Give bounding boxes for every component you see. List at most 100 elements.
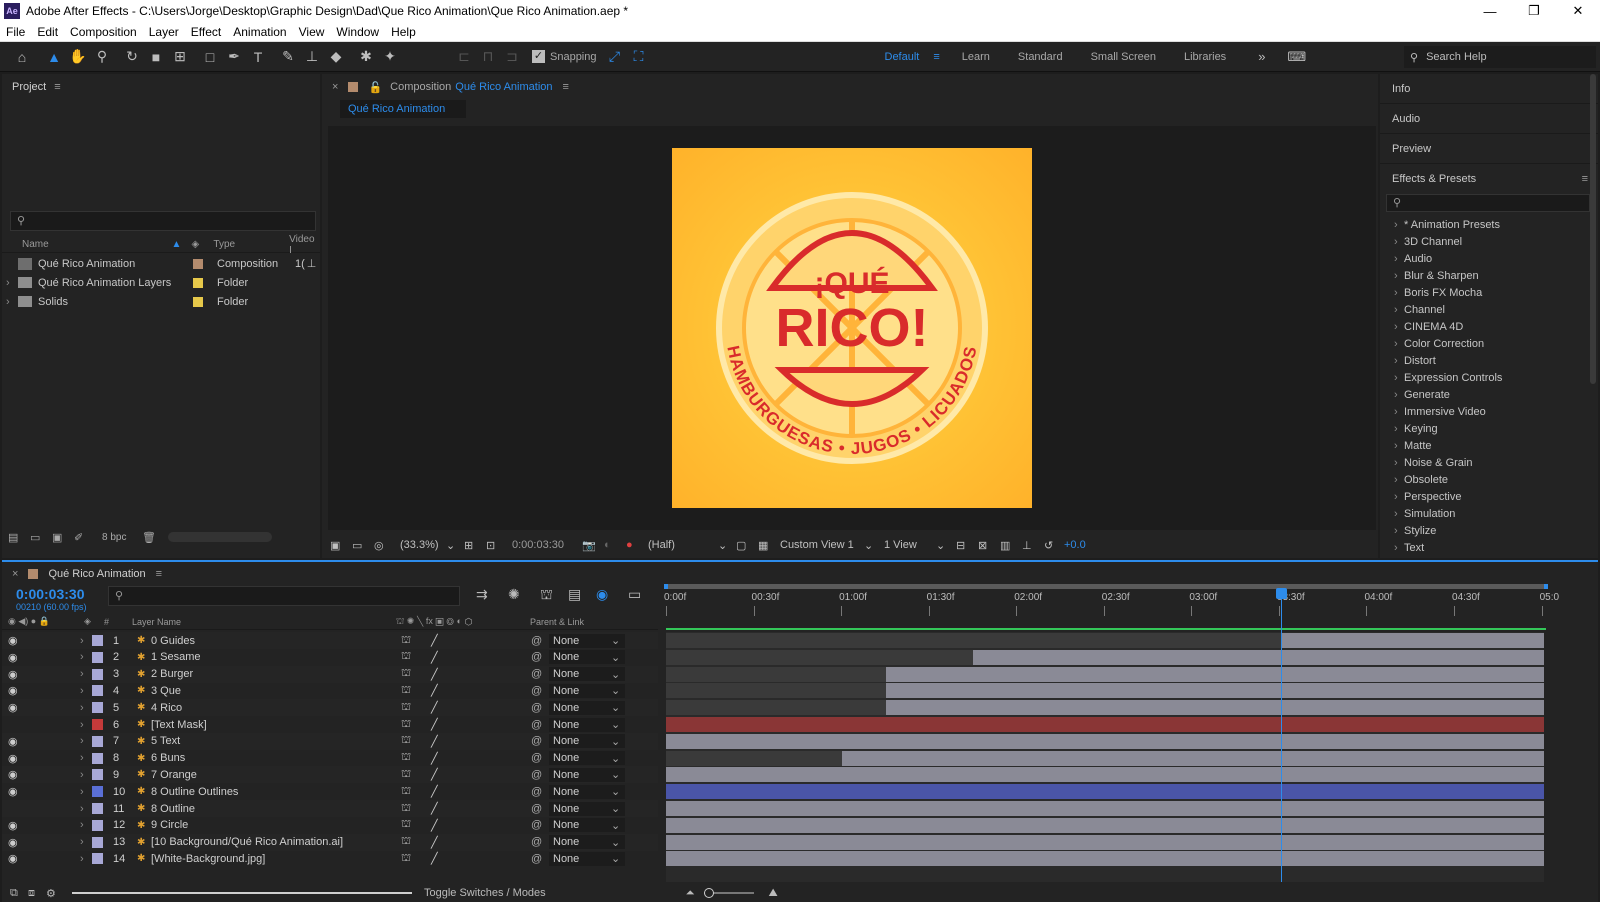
rotate-tool-icon[interactable]: ↻ bbox=[120, 45, 144, 69]
shy-switch-icon[interactable]: ⛫ bbox=[401, 835, 431, 849]
new-folder-icon[interactable]: ▭ bbox=[30, 531, 52, 544]
project-item[interactable]: Qué Rico Animation Composition 1( ⊥ bbox=[2, 254, 320, 273]
roto-brush-tool-icon[interactable]: ✱ bbox=[354, 45, 378, 69]
quality-switch-icon[interactable]: ╱ bbox=[431, 634, 531, 647]
effect-category-item[interactable]: * Animation Presets bbox=[1380, 216, 1598, 233]
layer-label-swatch[interactable] bbox=[92, 685, 103, 697]
visibility-eye-icon[interactable]: ◉ bbox=[8, 752, 80, 765]
layer-label-swatch[interactable] bbox=[92, 853, 103, 865]
flowchart-icon[interactable]: ⊥ bbox=[1022, 539, 1044, 552]
chevron-down-icon[interactable]: ⌄ bbox=[611, 768, 620, 781]
quality-switch-icon[interactable]: ╱ bbox=[431, 819, 531, 832]
parent-pick-whip-icon[interactable]: @ bbox=[531, 836, 549, 848]
timeline-menu-icon[interactable]: ≡ bbox=[156, 568, 162, 580]
chevron-down-icon[interactable]: ⌄ bbox=[864, 539, 884, 552]
zoom-out-icon[interactable]: ⏶ bbox=[686, 887, 695, 900]
effect-category-item[interactable]: Perspective bbox=[1380, 488, 1598, 505]
visibility-eye-icon[interactable]: ◉ bbox=[8, 819, 80, 832]
search-help-field[interactable]: ⚲ Search Help bbox=[1404, 46, 1596, 68]
menu-help[interactable]: Help bbox=[385, 25, 422, 39]
parent-pick-whip-icon[interactable]: @ bbox=[531, 685, 549, 697]
expand-chevron-icon[interactable] bbox=[80, 752, 92, 764]
layer-label-swatch[interactable] bbox=[92, 752, 103, 764]
composition-name[interactable]: Qué Rico Animation bbox=[455, 81, 552, 93]
layer-label-swatch[interactable] bbox=[92, 651, 103, 663]
shy-switch-icon[interactable]: ⛫ bbox=[401, 802, 431, 816]
chevron-down-icon[interactable]: ⌄ bbox=[936, 539, 956, 552]
quality-switch-icon[interactable]: ╱ bbox=[431, 802, 531, 815]
chevron-down-icon[interactable]: ⌄ bbox=[446, 539, 464, 552]
render-time-icon[interactable]: ⧈ bbox=[28, 887, 46, 900]
snap-edge-icon[interactable]: ⤢ bbox=[603, 45, 627, 69]
project-panel-title[interactable]: Project bbox=[12, 81, 46, 93]
menu-window[interactable]: Window bbox=[330, 25, 385, 39]
menu-edit[interactable]: Edit bbox=[31, 25, 64, 39]
layer-name[interactable]: [Text Mask] bbox=[151, 719, 401, 731]
expand-chevron-icon[interactable] bbox=[80, 786, 92, 798]
layer-name[interactable]: 7 Orange bbox=[151, 769, 401, 781]
selection-tool-icon[interactable]: ▲ bbox=[42, 45, 66, 69]
lock-icon[interactable]: 🔓 bbox=[368, 81, 382, 94]
composition-artboard[interactable]: ¡QUÉ RICO! HAMBURGUESAS • JUGOS • LICUAD… bbox=[672, 148, 1032, 508]
workspace-small-screen[interactable]: Small Screen bbox=[1077, 51, 1170, 63]
timeline-current-time[interactable]: 0:00:03:30 bbox=[16, 586, 87, 602]
layer-duration-bar[interactable] bbox=[666, 801, 1544, 816]
graph-editor-icon[interactable]: ▭ bbox=[628, 586, 656, 605]
layer-label-swatch[interactable] bbox=[92, 668, 103, 680]
expand-chevron-icon[interactable] bbox=[80, 819, 92, 831]
menu-file[interactable]: File bbox=[0, 25, 31, 39]
home-icon[interactable]: ⌂ bbox=[10, 45, 34, 69]
layer-name[interactable]: 8 Outline Outlines bbox=[151, 786, 401, 798]
quality-switch-icon[interactable]: ╱ bbox=[431, 718, 531, 731]
effect-category-item[interactable]: Stylize bbox=[1380, 522, 1598, 539]
timeline-layer-row[interactable]: ◉9✱7 Orange⛫╱@None⌄ bbox=[2, 766, 658, 784]
new-composition-icon[interactable]: ▣ bbox=[52, 531, 74, 544]
project-scrollbar[interactable] bbox=[168, 532, 272, 542]
current-time-field[interactable]: 0:00:03:30 bbox=[512, 539, 582, 551]
parent-pick-whip-icon[interactable]: @ bbox=[531, 668, 549, 680]
zoom-slider-handle[interactable] bbox=[704, 888, 715, 898]
playhead-line[interactable] bbox=[1280, 592, 1282, 882]
timeline-layer-row[interactable]: ◉4✱3 Que⛫╱@None⌄ bbox=[2, 682, 658, 699]
layer-name[interactable]: [10 Background/Qué Rico Animation.ai] bbox=[151, 836, 401, 848]
effect-category-item[interactable]: Matte bbox=[1380, 437, 1598, 454]
shy-switch-icon[interactable]: ⛫ bbox=[401, 785, 431, 799]
monitor-icon[interactable]: ▭ bbox=[352, 539, 374, 552]
right-panel-scrollbar[interactable] bbox=[1590, 74, 1596, 384]
close-tab-icon[interactable]: × bbox=[12, 568, 18, 580]
work-area-bar[interactable] bbox=[664, 584, 1548, 589]
layer-name[interactable]: [White-Background.jpg] bbox=[151, 853, 401, 865]
timeline-layer-row[interactable]: ◉5✱4 Rico⛫╱@None⌄ bbox=[2, 699, 658, 717]
clone-stamp-tool-icon[interactable]: ⊥ bbox=[300, 45, 324, 69]
camera-tool-icon[interactable]: ■ bbox=[144, 45, 168, 69]
shy-switch-icon[interactable]: ⛫ bbox=[401, 634, 431, 648]
expand-chevron-icon[interactable] bbox=[80, 702, 92, 714]
grid-toggle-icon[interactable]: ⊞ bbox=[464, 539, 486, 552]
timeline-layer-row[interactable]: ◉10✱8 Outline Outlines⛫╱@None⌄ bbox=[2, 783, 658, 800]
quality-switch-icon[interactable]: ╱ bbox=[431, 701, 531, 714]
visibility-eye-icon[interactable]: ◉ bbox=[8, 785, 80, 798]
shy-switch-icon[interactable]: ⛫ bbox=[401, 718, 431, 732]
chevron-down-icon[interactable]: ⌄ bbox=[718, 539, 736, 552]
visibility-eye-icon[interactable]: ◉ bbox=[8, 836, 80, 849]
layer-duration-bar[interactable] bbox=[666, 733, 1544, 749]
layer-label-swatch[interactable] bbox=[92, 719, 103, 730]
chevron-down-icon[interactable]: ⌄ bbox=[611, 668, 620, 681]
channel-icon[interactable]: ● bbox=[626, 539, 648, 551]
visibility-eye-icon[interactable]: ◉ bbox=[8, 701, 80, 714]
always-preview-icon[interactable]: ▣ bbox=[330, 539, 352, 552]
expand-chevron-icon[interactable] bbox=[80, 803, 92, 815]
effect-category-item[interactable]: Noise & Grain bbox=[1380, 454, 1598, 471]
layer-duration-bar[interactable] bbox=[666, 851, 1544, 867]
project-item[interactable]: Qué Rico Animation Layers Folder bbox=[2, 273, 320, 292]
timeline-layer-row[interactable]: ◉14✱[White-Background.jpg]⛫╱@None⌄ bbox=[2, 850, 658, 867]
parent-pick-whip-icon[interactable]: @ bbox=[531, 786, 549, 798]
layer-name[interactable]: 2 Burger bbox=[151, 668, 401, 680]
visibility-eye-icon[interactable]: ◉ bbox=[8, 634, 80, 647]
layer-label-swatch[interactable] bbox=[92, 735, 103, 747]
flowchart-icon[interactable]: ⊥ bbox=[307, 257, 317, 270]
layer-label-swatch[interactable] bbox=[92, 803, 103, 814]
info-panel-header[interactable]: Info bbox=[1380, 74, 1598, 104]
resolution-dropdown[interactable]: (Half) bbox=[648, 539, 718, 551]
parent-pick-whip-icon[interactable]: @ bbox=[531, 769, 549, 781]
